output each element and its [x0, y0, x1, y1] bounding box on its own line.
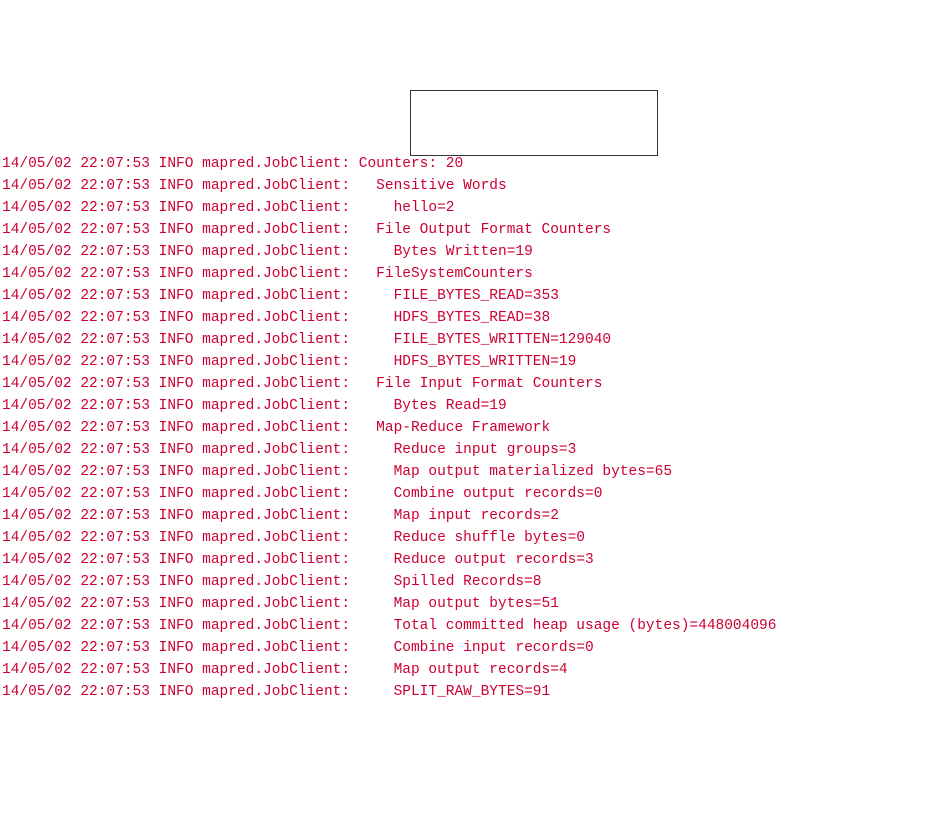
log-line: 14/05/02 22:07:53 INFO mapred.JobClient:… — [2, 616, 946, 638]
log-message: Spilled Records=8 — [359, 574, 542, 590]
log-lines-container: 14/05/02 22:07:53 INFO mapred.JobClient:… — [2, 154, 946, 704]
log-prefix: 14/05/02 22:07:53 INFO mapred.JobClient: — [2, 552, 359, 568]
log-message: Reduce output records=3 — [359, 552, 594, 568]
log-message: Bytes Written=19 — [359, 244, 533, 260]
log-line: 14/05/02 22:07:53 INFO mapred.JobClient:… — [2, 242, 946, 264]
log-prefix: 14/05/02 22:07:53 INFO mapred.JobClient: — [2, 288, 359, 304]
log-message: Combine output records=0 — [359, 486, 603, 502]
log-message: Map output bytes=51 — [359, 596, 559, 612]
log-line: 14/05/02 22:07:53 INFO mapred.JobClient:… — [2, 374, 946, 396]
log-line: 14/05/02 22:07:53 INFO mapred.JobClient:… — [2, 550, 946, 572]
log-prefix: 14/05/02 22:07:53 INFO mapred.JobClient: — [2, 376, 359, 392]
log-prefix: 14/05/02 22:07:53 INFO mapred.JobClient: — [2, 310, 359, 326]
log-message: FILE_BYTES_READ=353 — [359, 288, 559, 304]
log-prefix: 14/05/02 22:07:53 INFO mapred.JobClient: — [2, 332, 359, 348]
log-message: Combine input records=0 — [359, 640, 594, 656]
log-message: Reduce input groups=3 — [359, 442, 577, 458]
log-message: HDFS_BYTES_READ=38 — [359, 310, 550, 326]
log-line: 14/05/02 22:07:53 INFO mapred.JobClient:… — [2, 528, 946, 550]
log-line: 14/05/02 22:07:53 INFO mapred.JobClient:… — [2, 506, 946, 528]
log-message: Reduce shuffle bytes=0 — [359, 530, 585, 546]
log-line: 14/05/02 22:07:53 INFO mapred.JobClient:… — [2, 154, 946, 176]
log-message: Bytes Read=19 — [359, 398, 507, 414]
log-prefix: 14/05/02 22:07:53 INFO mapred.JobClient: — [2, 354, 359, 370]
log-message: Map output records=4 — [359, 662, 568, 678]
log-prefix: 14/05/02 22:07:53 INFO mapred.JobClient: — [2, 662, 359, 678]
log-prefix: 14/05/02 22:07:53 INFO mapred.JobClient: — [2, 508, 359, 524]
log-line: 14/05/02 22:07:53 INFO mapred.JobClient:… — [2, 462, 946, 484]
log-line: 14/05/02 22:07:53 INFO mapred.JobClient:… — [2, 396, 946, 418]
log-prefix: 14/05/02 22:07:53 INFO mapred.JobClient: — [2, 684, 359, 700]
log-line: 14/05/02 22:07:53 INFO mapred.JobClient:… — [2, 330, 946, 352]
log-message: Map input records=2 — [359, 508, 559, 524]
log-line: 14/05/02 22:07:53 INFO mapred.JobClient:… — [2, 352, 946, 374]
log-message: Map-Reduce Framework — [359, 420, 550, 436]
log-prefix: 14/05/02 22:07:53 INFO mapred.JobClient: — [2, 442, 359, 458]
log-line: 14/05/02 22:07:53 INFO mapred.JobClient:… — [2, 198, 946, 220]
log-line: 14/05/02 22:07:53 INFO mapred.JobClient:… — [2, 176, 946, 198]
log-prefix: 14/05/02 22:07:53 INFO mapred.JobClient: — [2, 266, 359, 282]
log-prefix: 14/05/02 22:07:53 INFO mapred.JobClient: — [2, 618, 359, 634]
log-prefix: 14/05/02 22:07:53 INFO mapred.JobClient: — [2, 574, 359, 590]
log-line: 14/05/02 22:07:53 INFO mapred.JobClient:… — [2, 418, 946, 440]
log-prefix: 14/05/02 22:07:53 INFO mapred.JobClient: — [2, 178, 359, 194]
log-line: 14/05/02 22:07:53 INFO mapred.JobClient:… — [2, 286, 946, 308]
log-line: 14/05/02 22:07:53 INFO mapred.JobClient:… — [2, 220, 946, 242]
log-message: HDFS_BYTES_WRITTEN=19 — [359, 354, 577, 370]
log-prefix: 14/05/02 22:07:53 INFO mapred.JobClient: — [2, 156, 359, 172]
log-message: File Output Format Counters — [359, 222, 620, 238]
log-line: 14/05/02 22:07:53 INFO mapred.JobClient:… — [2, 572, 946, 594]
log-prefix: 14/05/02 22:07:53 INFO mapred.JobClient: — [2, 464, 359, 480]
log-line: 14/05/02 22:07:53 INFO mapred.JobClient:… — [2, 638, 946, 660]
log-prefix: 14/05/02 22:07:53 INFO mapred.JobClient: — [2, 200, 359, 216]
log-line: 14/05/02 22:07:53 INFO mapred.JobClient:… — [2, 682, 946, 704]
log-message: Map output materialized bytes=65 — [359, 464, 672, 480]
log-message: FILE_BYTES_WRITTEN=129040 — [359, 332, 611, 348]
log-message: SPLIT_RAW_BYTES=91 — [359, 684, 550, 700]
log-output: 14/05/02 22:07:53 INFO mapred.JobClient:… — [2, 89, 946, 726]
log-prefix: 14/05/02 22:07:53 INFO mapred.JobClient: — [2, 244, 359, 260]
log-line: 14/05/02 22:07:53 INFO mapred.JobClient:… — [2, 660, 946, 682]
log-line: 14/05/02 22:07:53 INFO mapred.JobClient:… — [2, 308, 946, 330]
log-prefix: 14/05/02 22:07:53 INFO mapred.JobClient: — [2, 398, 359, 414]
log-line: 14/05/02 22:07:53 INFO mapred.JobClient:… — [2, 440, 946, 462]
log-prefix: 14/05/02 22:07:53 INFO mapred.JobClient: — [2, 530, 359, 546]
log-prefix: 14/05/02 22:07:53 INFO mapred.JobClient: — [2, 222, 359, 238]
log-message: Total committed heap usage (bytes)=44800… — [359, 618, 777, 634]
highlight-box — [410, 90, 658, 156]
log-message: FileSystemCounters — [359, 266, 533, 282]
log-prefix: 14/05/02 22:07:53 INFO mapred.JobClient: — [2, 486, 359, 502]
log-message: Sensitive Words — [359, 178, 507, 194]
log-prefix: 14/05/02 22:07:53 INFO mapred.JobClient: — [2, 420, 359, 436]
log-line: 14/05/02 22:07:53 INFO mapred.JobClient:… — [2, 484, 946, 506]
log-prefix: 14/05/02 22:07:53 INFO mapred.JobClient: — [2, 640, 359, 656]
log-line: 14/05/02 22:07:53 INFO mapred.JobClient:… — [2, 264, 946, 286]
log-line: 14/05/02 22:07:53 INFO mapred.JobClient:… — [2, 594, 946, 616]
log-prefix: 14/05/02 22:07:53 INFO mapred.JobClient: — [2, 596, 359, 612]
log-message: File Input Format Counters — [359, 376, 611, 392]
log-message: hello=2 — [359, 200, 455, 216]
log-message: Counters: 20 — [359, 156, 463, 172]
